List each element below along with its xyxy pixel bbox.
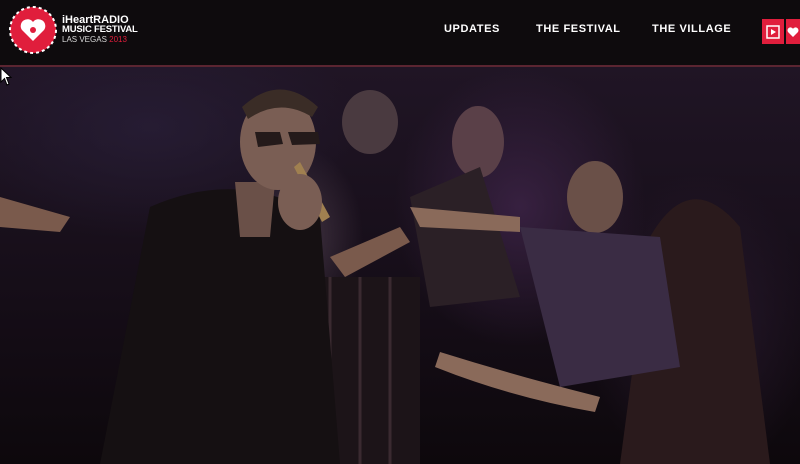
iheart-logo-icon (9, 6, 57, 54)
logo-year: 2013 (109, 35, 127, 44)
site-header: iHeartRADIO MUSIC FESTIVAL LAS VEGAS 201… (0, 0, 800, 67)
crowd-face (567, 161, 623, 233)
hero-photo (0, 67, 800, 464)
play-icon[interactable] (762, 19, 784, 44)
crowd-face (342, 90, 398, 154)
crowd-body (410, 167, 520, 307)
logo-city: LAS VEGAS (62, 35, 107, 44)
singer-neck (235, 182, 275, 237)
singer-hand (278, 174, 322, 230)
singer-jacket (100, 189, 340, 464)
nav-the-village[interactable]: THE VILLAGE (652, 23, 731, 35)
festival-logo[interactable]: iHeartRADIO MUSIC FESTIVAL LAS VEGAS 201… (8, 4, 148, 56)
header-icon-group (762, 19, 800, 44)
reaching-arm (330, 227, 410, 277)
concert-crowd-photo (0, 89, 770, 464)
crowd-face (452, 106, 504, 178)
logo-line-2: MUSIC FESTIVAL (62, 24, 138, 35)
crowd-shirt (520, 227, 680, 387)
nav-updates[interactable]: UPDATES (444, 23, 500, 35)
reaching-arm (0, 197, 70, 232)
logo-wordmark: iHeartRADIO MUSIC FESTIVAL LAS VEGAS 201… (62, 15, 138, 45)
nav-the-festival[interactable]: THE FESTIVAL (536, 23, 621, 35)
logo-line-3: LAS VEGAS 2013 (62, 35, 138, 45)
iheart-icon[interactable] (786, 19, 800, 44)
mouse-cursor-icon (0, 67, 13, 86)
